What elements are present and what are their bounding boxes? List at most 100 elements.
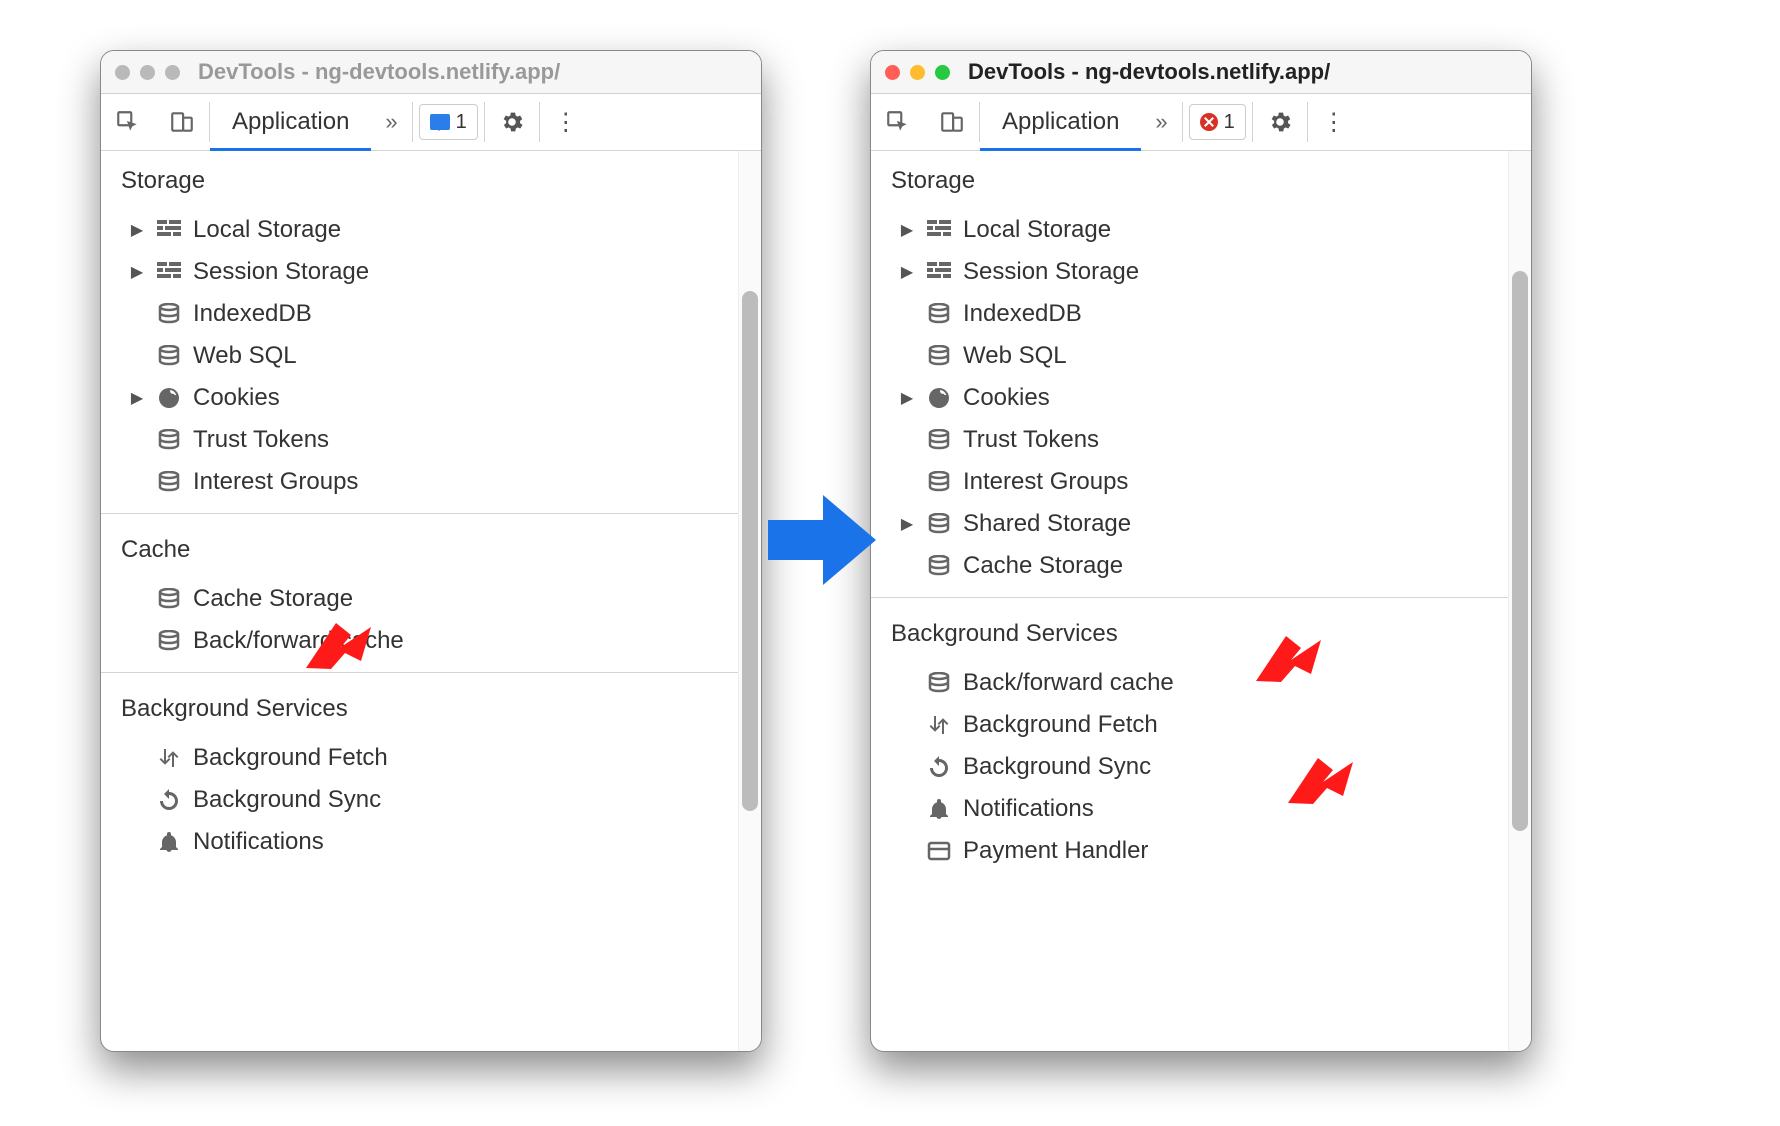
close-dot[interactable] (115, 65, 130, 80)
tree-item-label: Cache Storage (963, 552, 1123, 580)
sync-icon (155, 788, 183, 812)
traffic-lights[interactable] (115, 65, 180, 80)
tree-item[interactable]: ▶Trust Tokens (871, 419, 1508, 461)
devtools-window-before: DevTools - ng-devtools.netlify.app/ Appl… (100, 50, 762, 1052)
tree-item[interactable]: ▶IndexedDB (101, 293, 738, 335)
tree-item[interactable]: ▶ Cookies (871, 377, 1508, 419)
expand-arrow-icon[interactable]: ▶ (129, 388, 145, 408)
cookie-icon (155, 386, 183, 410)
tree-item[interactable]: ▶Shared Storage (871, 503, 1508, 545)
expand-arrow-icon[interactable]: ▶ (899, 388, 915, 408)
issues-badge[interactable]: 1 (419, 104, 478, 140)
tree-item[interactable]: ▶ Local Storage (871, 209, 1508, 251)
tree-item[interactable]: ▶Background Sync (871, 746, 1508, 788)
device-toolbar-button[interactable] (155, 94, 209, 150)
more-options-button[interactable]: ⋮ (1308, 94, 1360, 150)
more-options-button[interactable]: ⋮ (540, 94, 592, 150)
db-icon (155, 428, 183, 452)
expand-arrow-icon[interactable]: ▶ (899, 262, 915, 282)
tree-item-label: Web SQL (193, 342, 297, 370)
zoom-dot[interactable] (935, 65, 950, 80)
settings-button[interactable] (485, 94, 539, 150)
tree-item[interactable]: ▶Background Fetch (871, 704, 1508, 746)
db-icon (155, 629, 183, 653)
tree-item-label: Back/forward cache (963, 669, 1174, 697)
transition-arrow-icon (768, 490, 878, 595)
tree-item[interactable]: ▶Local Storage (101, 209, 738, 251)
tree-item-label: IndexedDB (963, 300, 1082, 328)
db-icon (925, 344, 953, 368)
expand-arrow-icon[interactable]: ▶ (129, 262, 145, 282)
tree-item-label: Cookies (963, 384, 1050, 412)
message-icon (430, 114, 450, 130)
tab-application[interactable]: Application (210, 94, 371, 150)
tree-item[interactable]: ▶Background Fetch (101, 737, 738, 779)
window-titlebar: DevTools - ng-devtools.netlify.app/ (101, 51, 761, 94)
grid-icon (925, 260, 953, 284)
tree-item[interactable]: ▶Notifications (101, 821, 738, 863)
grid-icon (155, 218, 183, 242)
sync-icon (925, 755, 953, 779)
devtools-window-after: DevTools - ng-devtools.netlify.app/ Appl… (870, 50, 1532, 1052)
db-icon (925, 554, 953, 578)
zoom-dot[interactable] (165, 65, 180, 80)
scrollbar[interactable] (738, 151, 761, 1051)
fetch-icon (155, 746, 183, 770)
issues-count: 1 (456, 111, 467, 134)
tree-item[interactable]: ▶Web SQL (101, 335, 738, 377)
tree-item[interactable]: ▶Web SQL (871, 335, 1508, 377)
tree-item[interactable]: ▶Trust Tokens (101, 419, 738, 461)
inspect-element-button[interactable] (101, 94, 155, 150)
device-toolbar-button[interactable] (925, 94, 979, 150)
bell-icon (925, 797, 953, 821)
close-dot[interactable] (885, 65, 900, 80)
devtools-toolbar: Application » 1 ⋮ (101, 94, 761, 151)
tree-item[interactable]: ▶Interest Groups (871, 461, 1508, 503)
tree-item-label: Cache Storage (193, 585, 353, 613)
more-tabs-button[interactable]: » (371, 94, 411, 150)
section-title: Storage (871, 151, 1508, 205)
card-icon (925, 839, 953, 863)
tree-item[interactable]: ▶Back/forward cache (871, 662, 1508, 704)
cookie-icon (925, 386, 953, 410)
more-tabs-button[interactable]: » (1141, 94, 1181, 150)
tree-item[interactable]: ▶Back/forward cache (101, 620, 738, 662)
tree-item-label: Payment Handler (963, 837, 1148, 865)
tree-item[interactable]: ▶Background Sync (101, 779, 738, 821)
expand-arrow-icon[interactable]: ▶ (129, 220, 145, 240)
scrollbar[interactable] (1508, 151, 1531, 1051)
tree-item-label: Background Fetch (193, 744, 388, 772)
tree-item[interactable]: ▶IndexedDB (871, 293, 1508, 335)
tree-item-label: Session Storage (963, 258, 1139, 286)
inspect-element-button[interactable] (871, 94, 925, 150)
minimize-dot[interactable] (910, 65, 925, 80)
expand-arrow-icon[interactable]: ▶ (899, 514, 915, 534)
tree-item-label: Interest Groups (963, 468, 1128, 496)
tab-application[interactable]: Application (980, 94, 1141, 150)
tree-item-label: Local Storage (963, 216, 1111, 244)
minimize-dot[interactable] (140, 65, 155, 80)
settings-button[interactable] (1253, 94, 1307, 150)
tree-item[interactable]: ▶Notifications (871, 788, 1508, 830)
tree-item[interactable]: ▶ Session Storage (871, 251, 1508, 293)
db-icon (925, 470, 953, 494)
tree-item-label: IndexedDB (193, 300, 312, 328)
section-title: Storage (101, 151, 738, 205)
tree-item-label: Notifications (193, 828, 324, 856)
tree-item[interactable]: ▶Cache Storage (871, 545, 1508, 587)
grid-icon (155, 260, 183, 284)
tree-item[interactable]: ▶Cookies (101, 377, 738, 419)
tree-item-label: Trust Tokens (963, 426, 1099, 454)
window-titlebar: DevTools - ng-devtools.netlify.app/ (871, 51, 1531, 94)
section-title: Background Services (101, 679, 738, 733)
tree-item-label: Notifications (963, 795, 1094, 823)
errors-badge[interactable]: 1 (1189, 104, 1246, 140)
tree-item[interactable]: ▶Interest Groups (101, 461, 738, 503)
expand-arrow-icon[interactable]: ▶ (899, 220, 915, 240)
tree-item[interactable]: ▶Session Storage (101, 251, 738, 293)
traffic-lights[interactable] (885, 65, 950, 80)
db-icon (155, 587, 183, 611)
tree-item[interactable]: ▶Cache Storage (101, 578, 738, 620)
tree-item-label: Background Fetch (963, 711, 1158, 739)
tree-item[interactable]: ▶Payment Handler (871, 830, 1508, 872)
